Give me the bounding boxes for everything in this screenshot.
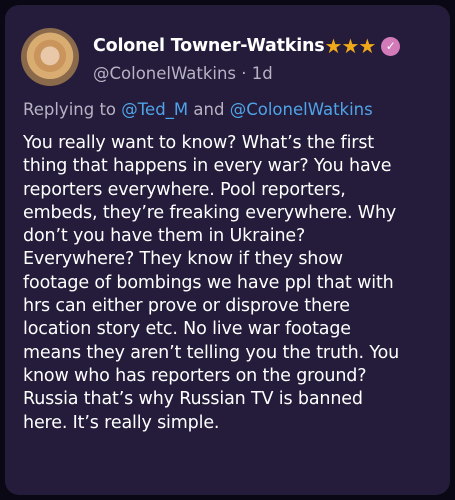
post-body-line: don’t you have them in Ukraine?: [23, 226, 306, 247]
author-display-name[interactable]: Colonel Towner-Watkins: [93, 36, 325, 56]
replying-to-line: Replying to @Ted_M and @ColonelWatkins: [23, 100, 373, 119]
post-body-line: reporters everywhere. Pool reporters,: [23, 179, 346, 200]
post-body: You really want to know? What’s the firs…: [23, 132, 441, 435]
avatar[interactable]: [21, 28, 79, 86]
star-icon: ★: [341, 34, 360, 58]
post-body-line: You really want to know? What’s the firs…: [23, 133, 375, 153]
post-timestamp[interactable]: 1d: [252, 64, 273, 83]
post-body-line: hrs can either prove or disprove there: [23, 296, 350, 317]
author-meta: @ColonelWatkins · 1d: [93, 64, 273, 83]
reply-prefix: Replying to: [23, 100, 117, 119]
author-name-row: Colonel Towner-Watkins ★ ★ ★ ✓: [93, 33, 401, 59]
author-handle[interactable]: @ColonelWatkins: [93, 64, 236, 83]
meta-separator: ·: [241, 64, 247, 83]
post-body-line: here. It’s really simple.: [23, 412, 220, 433]
reply-conjunction: and: [193, 100, 225, 119]
post-body-line: thing that happens in every war? You hav…: [23, 156, 392, 177]
star-icon: ★: [358, 34, 377, 58]
mention-link-ted[interactable]: @Ted_M: [121, 100, 188, 119]
star-icon: ★: [324, 34, 343, 58]
post-body-line: know who has reporters on the ground?: [23, 365, 367, 386]
post-body-line: Russia that’s why Russian TV is banned: [23, 389, 363, 410]
post-body-line: embeds, they’re freaking everywhere. Why: [23, 202, 397, 223]
mention-link-colonel[interactable]: @ColonelWatkins: [230, 100, 373, 119]
star-badges: ★ ★ ★: [324, 34, 377, 58]
post-body-line: footage of bombings we have ppl that wit…: [23, 272, 394, 293]
post-body-line: Everywhere? They know if they show: [23, 249, 343, 270]
post-body-line: means they aren’t telling you the truth.…: [23, 342, 400, 363]
post-body-line: location story etc. No live war footage: [23, 319, 351, 340]
post-card[interactable]: Colonel Towner-Watkins ★ ★ ★ ✓ @ColonelW…: [5, 5, 450, 495]
verified-badge-icon: ✓: [381, 36, 401, 56]
